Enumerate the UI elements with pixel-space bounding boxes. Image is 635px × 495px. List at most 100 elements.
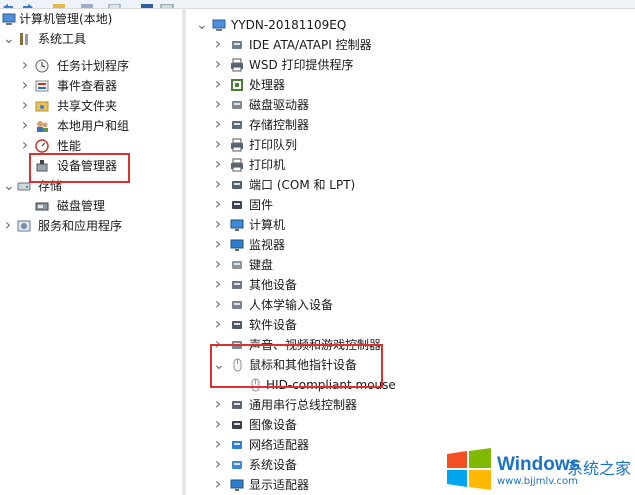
- tree-node-event-viewer[interactable]: 事件查看器: [0, 76, 182, 96]
- device-category[interactable]: 打印机: [186, 155, 635, 175]
- chevron-down-icon[interactable]: [196, 15, 206, 35]
- chevron-down-icon[interactable]: [3, 29, 13, 49]
- software-device-icon: [230, 318, 244, 332]
- chevron-right-icon[interactable]: [213, 235, 223, 255]
- device-label: 通用串行总线控制器: [249, 398, 358, 412]
- folder-icon[interactable]: [52, 0, 65, 8]
- device-label: WSD 打印提供程序: [249, 58, 354, 72]
- device-label: 鼠标和其他指针设备: [249, 358, 358, 372]
- tree-node-performance[interactable]: 性能: [0, 136, 182, 156]
- tree-node-storage[interactable]: 存储: [0, 176, 182, 196]
- device-category[interactable]: 计算机: [186, 215, 635, 235]
- mouse-icon: [248, 378, 262, 392]
- tree-node-local-users[interactable]: 本地用户和组: [0, 116, 182, 136]
- tree-label-task-scheduler: 任务计划程序: [57, 59, 130, 73]
- printer-icon: [230, 58, 244, 72]
- back-arrow-icon[interactable]: [2, 0, 14, 8]
- chevron-right-icon[interactable]: [213, 75, 223, 95]
- chevron-down-icon[interactable]: [3, 176, 13, 196]
- tree-node-task-scheduler[interactable]: 任务计划程序: [0, 56, 182, 76]
- device-label: 端口 (COM 和 LPT): [249, 178, 356, 192]
- chevron-right-icon[interactable]: [213, 55, 223, 75]
- device-category[interactable]: 打印队列: [186, 135, 635, 155]
- device-label: 打印队列: [249, 138, 298, 152]
- performance-icon: [35, 139, 49, 153]
- device-label: 系统设备: [249, 458, 298, 472]
- device-category[interactable]: 处理器: [186, 75, 635, 95]
- chevron-right-icon[interactable]: [213, 455, 223, 475]
- chevron-right-icon[interactable]: [213, 315, 223, 335]
- tree-node-root[interactable]: 计算机管理(本地): [0, 9, 182, 29]
- chevron-right-icon[interactable]: [20, 136, 30, 156]
- chevron-right-icon[interactable]: [20, 96, 30, 116]
- chevron-right-icon[interactable]: [213, 95, 223, 115]
- network-adapter-icon: [230, 438, 244, 452]
- chevron-right-icon[interactable]: [213, 475, 223, 495]
- device-category[interactable]: 其他设备: [186, 275, 635, 295]
- device-label: IDE ATA/ATAPI 控制器: [249, 38, 372, 52]
- chevron-right-icon[interactable]: [213, 215, 223, 235]
- device-category[interactable]: 通用串行总线控制器: [186, 395, 635, 415]
- chevron-right-icon[interactable]: [213, 435, 223, 455]
- camera-icon: [230, 418, 244, 432]
- device-category[interactable]: 软件设备: [186, 315, 635, 335]
- device-tree: YYDN-20181109EQ IDE ATA/ATAPI 控制器 WSD 打印提…: [186, 9, 635, 495]
- device-label: 网络适配器: [249, 438, 310, 452]
- chevron-right-icon[interactable]: [213, 35, 223, 55]
- tree-label-event-viewer: 事件查看器: [57, 79, 118, 93]
- chevron-right-icon[interactable]: [213, 175, 223, 195]
- chevron-right-icon[interactable]: [213, 135, 223, 155]
- chevron-right-icon[interactable]: [213, 415, 223, 435]
- device-category[interactable]: 固件: [186, 195, 635, 215]
- device-category[interactable]: 磁盘驱动器: [186, 95, 635, 115]
- chevron-right-icon[interactable]: [20, 76, 30, 96]
- device-category[interactable]: 人体学输入设备: [186, 295, 635, 315]
- device-category[interactable]: 声音、视频和游戏控制器: [186, 335, 635, 355]
- chevron-right-icon[interactable]: [213, 115, 223, 135]
- device-category[interactable]: 端口 (COM 和 LPT): [186, 175, 635, 195]
- device-tree-root[interactable]: YYDN-20181109EQ: [186, 15, 635, 35]
- device-item-child[interactable]: HID-compliant mouse: [186, 375, 635, 395]
- chevron-right-icon[interactable]: [213, 195, 223, 215]
- chevron-right-icon[interactable]: [20, 116, 30, 136]
- device-category[interactable]: 鼠标和其他指针设备: [186, 355, 635, 375]
- printer-icon: [230, 158, 244, 172]
- device-category[interactable]: 键盘: [186, 255, 635, 275]
- chevron-right-icon[interactable]: [213, 295, 223, 315]
- tree-node-system-tools[interactable]: 系统工具: [0, 29, 182, 49]
- device-category[interactable]: IDE ATA/ATAPI 控制器: [186, 35, 635, 55]
- chevron-right-icon[interactable]: [213, 275, 223, 295]
- chevron-right-icon[interactable]: [213, 255, 223, 275]
- chevron-right-icon[interactable]: [213, 395, 223, 415]
- chevron-right-icon[interactable]: [3, 216, 13, 236]
- page-icon[interactable]: [108, 0, 121, 8]
- tree-node-disk-management[interactable]: 磁盘管理: [0, 196, 182, 216]
- device-label: 键盘: [249, 258, 274, 272]
- tree-node-device-manager[interactable]: 设备管理器: [0, 156, 182, 176]
- chevron-right-icon[interactable]: [213, 155, 223, 175]
- view-icon[interactable]: [160, 0, 174, 8]
- device-label: 声音、视频和游戏控制器: [249, 338, 382, 352]
- computer-icon: [212, 18, 226, 32]
- chevron-down-icon[interactable]: [213, 355, 223, 375]
- chevron-right-icon[interactable]: [20, 56, 30, 76]
- disk-management-icon: [35, 199, 49, 213]
- chevron-right-icon[interactable]: [213, 335, 223, 355]
- device-category[interactable]: 存储控制器: [186, 115, 635, 135]
- device-label: 固件: [249, 198, 274, 212]
- toolbar: [0, 0, 635, 9]
- tree-node-shared-folders[interactable]: 共享文件夹: [0, 96, 182, 116]
- storage-icon: [17, 179, 31, 193]
- device-category[interactable]: 监视器: [186, 235, 635, 255]
- properties-icon[interactable]: [80, 0, 93, 8]
- forward-arrow-icon[interactable]: [22, 0, 34, 8]
- device-category[interactable]: WSD 打印提供程序: [186, 55, 635, 75]
- device-category[interactable]: 图像设备: [186, 415, 635, 435]
- device-label: 磁盘驱动器: [249, 98, 310, 112]
- printer-icon: [230, 138, 244, 152]
- tree-node-services-apps[interactable]: 服务和应用程序: [0, 216, 182, 236]
- users-icon: [35, 119, 49, 133]
- mouse-icon: [230, 358, 244, 372]
- help-icon[interactable]: [140, 0, 153, 8]
- device-label: HID-compliant mouse: [266, 378, 396, 392]
